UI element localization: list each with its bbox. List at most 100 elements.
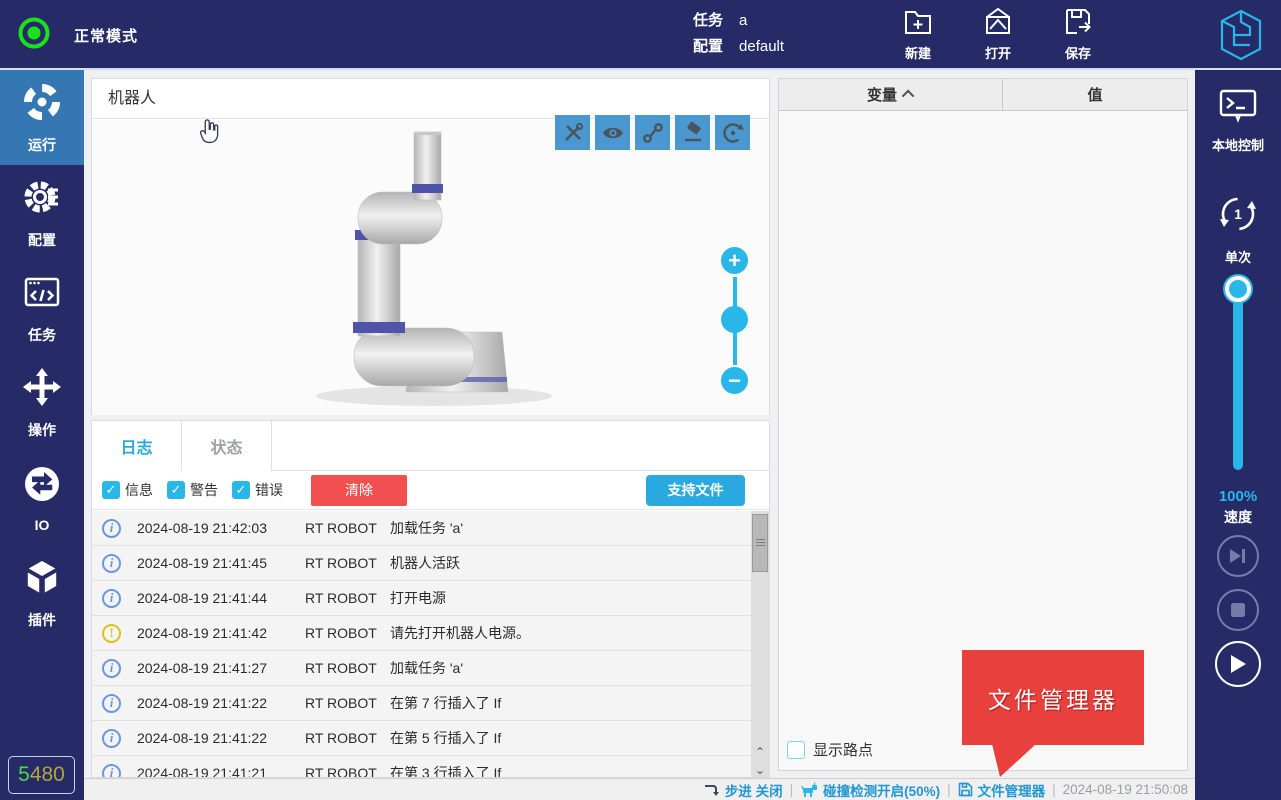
scroll-up-arrow-icon[interactable]: ⌃: [751, 743, 769, 761]
open-task-button[interactable]: 打开: [966, 6, 1030, 66]
local-control-label: 本地控制: [1212, 135, 1264, 154]
view-erase-button[interactable]: [675, 115, 710, 150]
statusbar-separator: |: [1052, 782, 1056, 797]
log-time: 2024-08-19 21:41:42: [137, 625, 305, 641]
log-message: 请先打开机器人电源。: [390, 623, 752, 643]
sidebar-item-label: 配置: [28, 230, 56, 250]
log-time: 2024-08-19 21:41:44: [137, 590, 305, 606]
task-value: a: [739, 8, 747, 34]
step-mode-status[interactable]: 步进 关闭: [704, 780, 783, 800]
log-level-icon: [102, 764, 121, 779]
robot-3d-view[interactable]: [92, 120, 769, 415]
collision-detection-status[interactable]: 碰撞检测开启(50%): [800, 780, 940, 800]
log-filter-bar: ✓ 信息 ✓ 警告 ✓ 错误 清除 支持文件: [92, 471, 769, 510]
column-variable[interactable]: 变量: [779, 79, 1003, 110]
new-folder-icon: [902, 6, 934, 41]
stop-button[interactable]: [1217, 589, 1259, 631]
step-mode-label: 步进 关闭: [725, 780, 783, 800]
file-manager-status-button[interactable]: 文件管理器: [958, 780, 1046, 800]
log-row[interactable]: 2024-08-19 21:41:42 RT ROBOT 请先打开机器人电源。: [92, 616, 752, 651]
open-mail-icon: [982, 6, 1014, 41]
robot-panel-title: 机器人: [92, 79, 769, 119]
filter-warning-checkbox[interactable]: ✓ 警告: [167, 480, 218, 500]
step-next-button[interactable]: [1217, 535, 1259, 577]
log-source: RT ROBOT: [305, 555, 390, 571]
filter-info-label: 信息: [125, 480, 153, 500]
step-arrow-icon: [704, 783, 720, 797]
move-arrows-icon: [21, 366, 63, 413]
sidebar-item-io[interactable]: IO: [0, 450, 84, 545]
play-button[interactable]: [1215, 641, 1261, 687]
collision-detection-label: 碰撞检测开启(50%): [823, 780, 940, 800]
log-message: 加载任务 'a': [390, 658, 752, 678]
mode-label: 正常模式: [74, 25, 138, 46]
single-run-button[interactable]: 1 单次: [1195, 192, 1281, 266]
sidebar-item-run[interactable]: 运行: [0, 70, 84, 165]
clear-log-button[interactable]: 清除: [311, 475, 407, 506]
task-label: 任务: [693, 8, 723, 34]
view-visibility-button[interactable]: [595, 115, 630, 150]
log-row[interactable]: 2024-08-19 21:41:21 RT ROBOT 在第 3 行插入了 I…: [92, 756, 752, 778]
sidebar-item-task[interactable]: 任务: [0, 260, 84, 355]
filter-error-checkbox[interactable]: ✓ 错误: [232, 480, 283, 500]
support-files-button[interactable]: 支持文件: [646, 475, 745, 506]
view-tools-button[interactable]: [555, 115, 590, 150]
save-disk-icon: [1062, 6, 1094, 41]
zoom-slider-handle[interactable]: [721, 306, 748, 333]
tab-log[interactable]: 日志: [92, 421, 182, 471]
counter-green-digit: 5: [18, 763, 30, 787]
log-time: 2024-08-19 21:41:22: [137, 730, 305, 746]
log-message: 在第 5 行插入了 If: [390, 728, 752, 748]
checkbox-checked-icon: ✓: [167, 481, 185, 499]
statusbar-time: 2024-08-19 21:50:08: [1063, 782, 1188, 797]
log-time: 2024-08-19 21:41:21: [137, 765, 305, 778]
log-row[interactable]: 2024-08-19 21:41:44 RT ROBOT 打开电源: [92, 581, 752, 616]
scroll-down-arrow-icon[interactable]: ⌄: [751, 761, 769, 778]
sidebar-item-config[interactable]: 配置: [0, 165, 84, 260]
log-time: 2024-08-19 21:41:27: [137, 660, 305, 676]
speed-label: 速度: [1195, 507, 1281, 527]
log-message: 机器人活跃: [390, 553, 752, 573]
zoom-in-button[interactable]: +: [721, 247, 748, 274]
column-value[interactable]: 值: [1003, 79, 1187, 110]
collision-robot-icon: [800, 782, 818, 798]
gear-icon: [21, 176, 63, 223]
speed-slider-handle[interactable]: [1225, 276, 1251, 302]
statusbar-separator: |: [947, 782, 951, 797]
callout-pointer-icon: [974, 744, 1044, 778]
log-level-icon: [102, 519, 121, 538]
sidebar-item-operate[interactable]: 操作: [0, 355, 84, 450]
checkbox-checked-icon: ✓: [102, 481, 120, 499]
topbar: 正常模式 任务 a 配置 default 新建: [0, 0, 1281, 70]
log-row[interactable]: 2024-08-19 21:41:27 RT ROBOT 加载任务 'a': [92, 651, 752, 686]
sidebar-item-label: 插件: [28, 610, 56, 630]
scrollbar-thumb[interactable]: [752, 514, 768, 572]
log-source: RT ROBOT: [305, 730, 390, 746]
log-row[interactable]: 2024-08-19 21:41:22 RT ROBOT 在第 5 行插入了 I…: [92, 721, 752, 756]
log-source: RT ROBOT: [305, 625, 390, 641]
io-arrows-icon: [21, 463, 63, 510]
tab-status[interactable]: 状态: [182, 421, 272, 471]
checkbox-unchecked-icon: [787, 741, 805, 759]
filter-info-checkbox[interactable]: ✓ 信息: [102, 480, 153, 500]
log-row[interactable]: 2024-08-19 21:42:03 RT ROBOT 加载任务 'a': [92, 511, 752, 546]
log-panel: 日志 状态 ✓ 信息 ✓ 警告 ✓ 错误 清除 支持文件: [91, 420, 770, 778]
view-path-button[interactable]: [635, 115, 670, 150]
robot-arm-render: [92, 120, 769, 415]
log-row[interactable]: 2024-08-19 21:41:45 RT ROBOT 机器人活跃: [92, 546, 752, 581]
speed-value: 100%: [1195, 488, 1281, 505]
new-task-button[interactable]: 新建: [886, 6, 950, 66]
eraser-icon: [681, 121, 705, 145]
view-reset-rotate-button[interactable]: [715, 115, 750, 150]
show-waypoints-checkbox[interactable]: 显示路点: [787, 739, 873, 760]
rotate-icon: [721, 121, 745, 145]
zoom-out-button[interactable]: −: [721, 367, 748, 394]
speed-slider-track[interactable]: [1233, 288, 1243, 470]
path-waypoints-icon: [641, 121, 665, 145]
local-control-button[interactable]: 本地控制: [1195, 88, 1281, 154]
log-source: RT ROBOT: [305, 765, 390, 778]
log-scrollbar[interactable]: ⌃ ⌄: [751, 511, 769, 778]
save-task-button[interactable]: 保存: [1046, 6, 1110, 66]
sidebar-item-plugin[interactable]: 插件: [0, 545, 84, 640]
log-row[interactable]: 2024-08-19 21:41:22 RT ROBOT 在第 7 行插入了 I…: [92, 686, 752, 721]
